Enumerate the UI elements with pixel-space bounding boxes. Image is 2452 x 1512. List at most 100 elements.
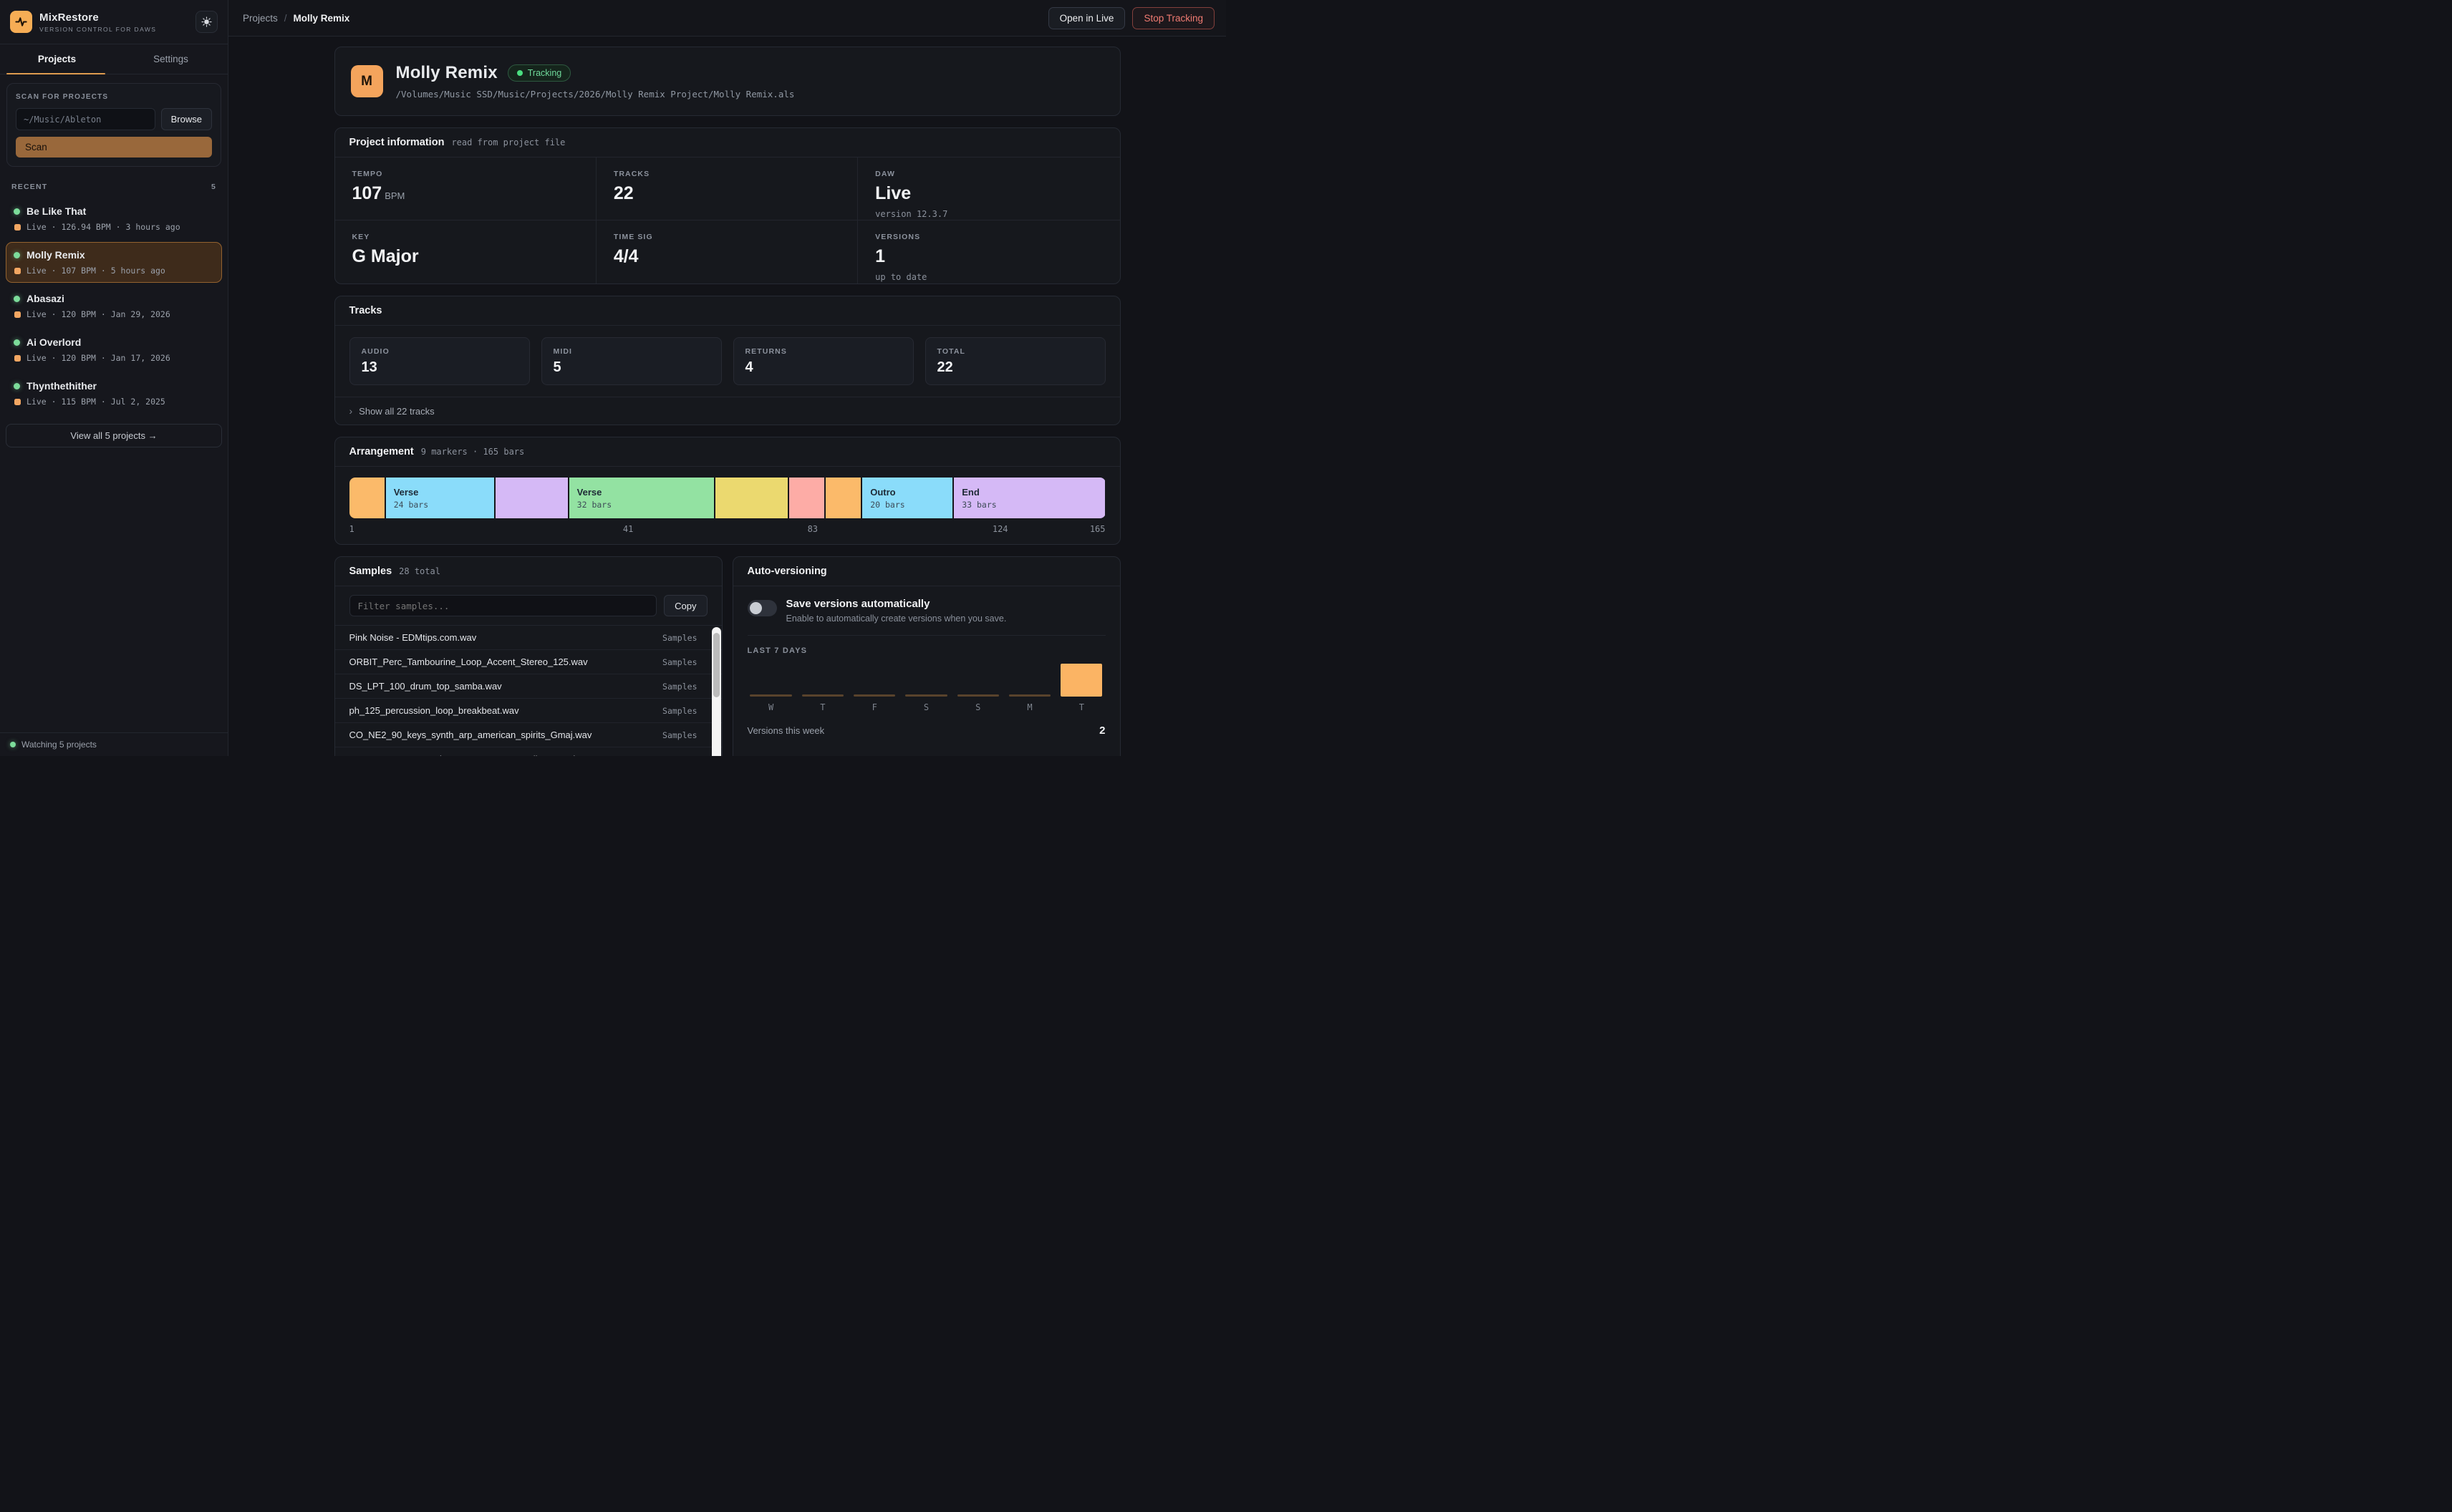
recent-project-item[interactable]: Ai OverlordLive · 120 BPM · Jan 17, 2026: [6, 329, 222, 370]
recent-count: 5: [211, 183, 216, 191]
scan-for-projects-card: SCAN FOR PROJECTS Browse Scan: [6, 83, 221, 167]
samples-count: 28 total: [399, 566, 440, 576]
recent-project-meta-row: Live · 126.94 BPM · 3 hours ago: [14, 222, 214, 232]
project-information-subtitle: read from project file: [451, 137, 565, 147]
theme-toggle-button[interactable]: [196, 11, 218, 33]
project-file-path: /Volumes/Music SSD/Music/Projects/2026/M…: [396, 89, 795, 100]
sample-row[interactable]: ORBIT_Perc_Tambourine_Loop_Accent_Stereo…: [335, 650, 722, 674]
open-in-live-button[interactable]: Open in Live: [1048, 7, 1126, 29]
chart-day-label: T: [1058, 702, 1105, 712]
track-stat-returns: RETURNS 4: [733, 337, 914, 385]
breadcrumb-current: Molly Remix: [294, 13, 350, 24]
arrangement-segment[interactable]: [496, 478, 569, 518]
recent-project-meta: Live · 126.94 BPM · 3 hours ago: [26, 222, 180, 232]
watching-status-dot: [10, 742, 16, 747]
scan-heading: SCAN FOR PROJECTS: [16, 93, 212, 101]
arrangement-segment-outro[interactable]: Outro20 bars: [862, 478, 954, 518]
track-stat-label: RETURNS: [745, 347, 902, 356]
chevron-right-icon: ›: [349, 405, 353, 417]
breadcrumb-projects[interactable]: Projects: [243, 13, 278, 24]
tracking-dot-icon: [517, 70, 523, 76]
versions-this-week-value: 2: [1099, 724, 1105, 737]
info-cell-value: 107BPM: [352, 183, 579, 204]
track-stat-label: AUDIO: [362, 347, 518, 356]
info-cell-value: Live: [875, 183, 1102, 204]
info-cell-tempo: TEMPO107BPM: [335, 158, 597, 220]
bar-tick: 1: [349, 524, 354, 534]
project-title-card: M Molly Remix Tracking /Volumes/Music SS…: [334, 47, 1121, 116]
recent-header: RECENT 5: [11, 183, 216, 191]
segment-bars: 32 bars: [577, 500, 612, 510]
browse-button[interactable]: Browse: [161, 108, 212, 130]
daw-live-icon: [14, 311, 21, 318]
app-tagline: VERSION CONTROL FOR DAWS: [39, 26, 156, 33]
project-information-title: Project information: [349, 137, 445, 148]
arrangement-segment-verse[interactable]: Verse 32 bars: [569, 478, 716, 518]
recent-label: RECENT: [11, 183, 47, 191]
info-cell-value: G Major: [352, 246, 579, 267]
recent-project-meta: Live · 120 BPM · Jan 17, 2026: [26, 353, 170, 363]
recent-project-item[interactable]: AbasaziLive · 120 BPM · Jan 29, 2026: [6, 286, 222, 326]
bar-tick: 124: [993, 524, 1008, 534]
stop-tracking-button[interactable]: Stop Tracking: [1132, 7, 1215, 29]
arrangement-subtitle: 9 markers · 165 bars: [421, 447, 525, 457]
track-stat-total: TOTAL22: [925, 337, 1106, 385]
info-cell-value: 22: [614, 183, 840, 204]
chart-day-column: [955, 662, 1002, 697]
info-cell-label: KEY: [352, 233, 579, 241]
segment-bars: 33 bars: [962, 500, 996, 510]
copy-samples-button[interactable]: Copy: [664, 595, 707, 616]
tracking-badge-label: Tracking: [528, 68, 561, 78]
info-cell-versions: VERSIONS1up to date: [858, 220, 1119, 284]
track-stat-value: 4: [745, 359, 902, 376]
versions-this-week-label: Versions this week: [748, 725, 825, 736]
daw-live-icon: [14, 355, 21, 362]
save-versions-label: Save versions automatically: [786, 598, 1007, 610]
arrangement-segment[interactable]: [715, 478, 788, 518]
app-identity: MixRestore VERSION CONTROL FOR DAWS: [39, 11, 156, 33]
track-stat-label: MIDI: [554, 347, 710, 356]
recent-project-item[interactable]: Molly RemixLive · 107 BPM · 5 hours ago: [6, 242, 222, 283]
recent-project-name-row: Thynthethither: [14, 380, 214, 392]
recent-project-list: Be Like That Live · 126.94 BPM · 3 hours …: [0, 198, 228, 414]
segment-name: Verse: [577, 487, 612, 498]
segment-label: End33 bars: [962, 487, 996, 510]
project-information-grid: TEMPO107BPMTRACKS22DAWLiveversion 12.3.7…: [335, 158, 1120, 284]
recent-project-name-row: Abasazi: [14, 293, 214, 304]
info-cell-tracks: TRACKS22: [597, 158, 858, 220]
samples-scrollbar-thumb[interactable]: [713, 633, 720, 697]
filter-samples-input[interactable]: [349, 595, 657, 616]
chart-day-label: W: [748, 702, 795, 712]
arrangement-segment[interactable]: [789, 478, 826, 518]
view-all-projects-button[interactable]: View all 5 projects →: [6, 424, 222, 447]
tab-projects[interactable]: Projects: [0, 44, 114, 74]
recent-project-name-row: Be Like That: [14, 205, 214, 217]
tracks-title: Tracks: [349, 305, 382, 316]
arrangement-segment[interactable]: [349, 478, 386, 518]
scan-path-input[interactable]: [16, 108, 155, 130]
recent-project-meta: Live · 115 BPM · Jul 2, 2025: [26, 397, 165, 407]
sample-row[interactable]: LEX_FSPBRJ_158_Piano_Loop_Never_Topline_…: [335, 747, 722, 756]
sample-row[interactable]: CO_NE2_90_keys_synth_arp_american_spirit…: [335, 723, 722, 747]
sample-folder-badge: Samples: [662, 682, 697, 692]
chart-day-bar: [750, 694, 791, 697]
scan-button[interactable]: Scan: [16, 137, 212, 158]
chart-day-label: T: [799, 702, 846, 712]
show-all-tracks-label: Show all 22 tracks: [359, 406, 435, 417]
tab-settings[interactable]: Settings: [114, 44, 228, 74]
show-all-tracks-button[interactable]: › Show all 22 tracks: [335, 397, 1120, 425]
top-bar: Projects / Molly Remix Open in Live Stop…: [228, 0, 1226, 37]
info-cell-subtext: version 12.3.7: [875, 209, 1102, 219]
track-stats-row: AUDIO13MIDI5RETURNS4TOTAL22: [335, 326, 1120, 397]
sample-row[interactable]: ph_125_percussion_loop_breakbeat.wavSamp…: [335, 699, 722, 723]
recent-project-item[interactable]: Thynthethither Live · 115 BPM · Jul 2, 20…: [6, 373, 222, 414]
sample-row[interactable]: Pink Noise - EDMtips.com.wavSamples: [335, 626, 722, 650]
arrangement-segment-end[interactable]: End33 bars: [954, 478, 1105, 518]
chart-day-label: M: [1006, 702, 1053, 712]
arrangement-segment-verse[interactable]: Verse24 bars: [386, 478, 496, 518]
samples-scrollbar-track[interactable]: [712, 627, 721, 756]
sample-row[interactable]: DS_LPT_100_drum_top_samba.wavSamples: [335, 674, 722, 699]
save-versions-toggle[interactable]: [748, 600, 777, 616]
arrangement-segment[interactable]: [826, 478, 862, 518]
recent-project-item[interactable]: Be Like That Live · 126.94 BPM · 3 hours …: [6, 198, 222, 239]
